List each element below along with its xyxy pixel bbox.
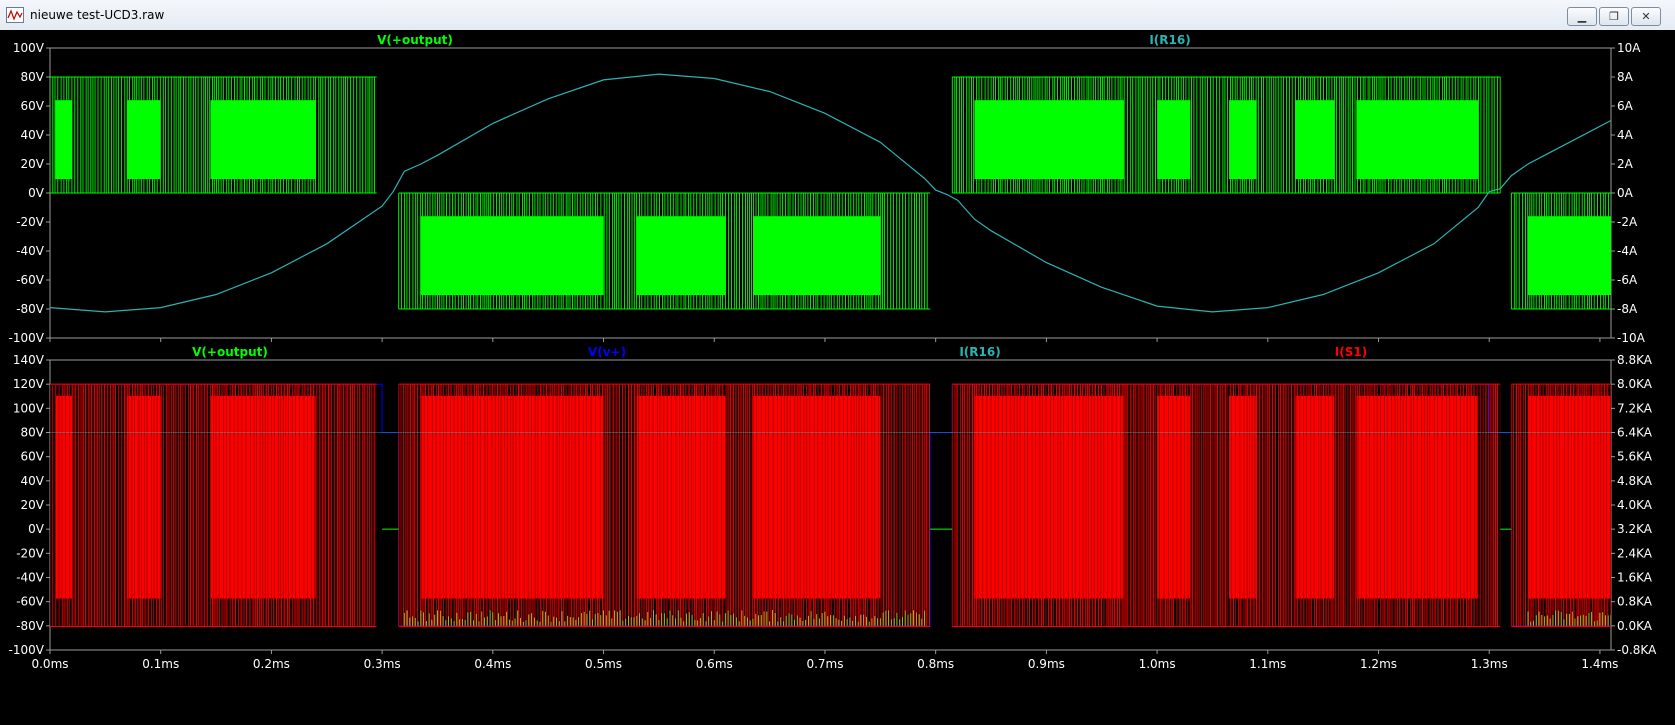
y-tick-label-right: 6A <box>1617 99 1634 113</box>
y-tick-label-right: 4.8KA <box>1617 474 1653 488</box>
x-tick-label: 1.0ms <box>1139 657 1176 671</box>
x-tick-label: 0.5ms <box>585 657 622 671</box>
y-tick-label-left: -80V <box>16 619 45 633</box>
y-tick-label-right: 2A <box>1617 157 1634 171</box>
y-tick-label-left: 100V <box>13 41 45 55</box>
y-tick-label-left: 40V <box>21 128 45 142</box>
y-tick-label-left: -100V <box>9 643 45 657</box>
y-tick-label-right: 8A <box>1617 70 1634 84</box>
y-tick-label-left: -20V <box>16 215 45 229</box>
y-tick-label-right: 4A <box>1617 128 1634 142</box>
upper-plot-pane[interactable]: 100V 80V 60V 40V 20V 0V -20V -40V -60V -80V -100V 1… <box>9 33 1646 345</box>
trace-v-output- <box>50 76 1611 310</box>
x-tick-label: 0.2ms <box>253 657 290 671</box>
y-tick-label-right: 8.8KA <box>1617 353 1653 367</box>
y-tick-label-right: 4.0KA <box>1617 498 1653 512</box>
pwm-pulses <box>50 384 375 627</box>
waveform-plot-svg[interactable]: 100V80V60V40V20V0V-20V-40V-60V-80V-100V1… <box>0 30 1675 725</box>
y-tick-label-right: 10A <box>1617 41 1641 55</box>
y-tick-label-left: 40V <box>21 474 45 488</box>
window-titlebar[interactable]: nieuwe test-UCD3.raw ▁ ❐ ✕ <box>0 0 1675 31</box>
y-tick-label-left: 80V <box>21 70 45 84</box>
trace-label: V(+output) <box>377 33 453 47</box>
y-tick-label-left: 20V <box>21 498 45 512</box>
y-tick-label-right: 2.4KA <box>1617 546 1653 560</box>
waveform-app-icon <box>6 7 24 23</box>
time-axis: 0.0ms 0.1ms 0.2ms 0.3ms 0.4ms 0.5ms 0.6ms 0.7ms… <box>31 657 1618 671</box>
x-tick-label: 1.2ms <box>1360 657 1397 671</box>
y-tick-label-left: 60V <box>21 99 45 113</box>
y-tick-label-right: -0.8KA <box>1617 643 1657 657</box>
y-tick-label-right: 3.2KA <box>1617 522 1653 536</box>
y-tick-label-left: -60V <box>16 595 45 609</box>
close-button[interactable]: ✕ <box>1631 7 1661 26</box>
traces <box>50 383 1611 627</box>
x-tick-label: 0.9ms <box>1028 657 1065 671</box>
y-tick-label-left: -40V <box>16 244 45 258</box>
y-tick-label-right: -4A <box>1617 244 1638 258</box>
x-tick-label: 0.6ms <box>696 657 733 671</box>
y-tick-label-left: -40V <box>16 571 45 585</box>
y-tick-label-left: 100V <box>13 401 45 415</box>
x-tick-label: 1.4ms <box>1581 657 1618 671</box>
y-tick-label-left: -100V <box>9 331 45 345</box>
y-tick-label-left: 60V <box>21 450 45 464</box>
x-tick-label: 0.1ms <box>142 657 179 671</box>
y-tick-label-left: 120V <box>13 377 45 391</box>
y-tick-label-left: 0V <box>28 522 45 536</box>
trace-i-s1- <box>50 383 1611 627</box>
trace-label: V(+output) <box>192 345 268 359</box>
y-tick-label-right: 7.2KA <box>1617 401 1653 415</box>
trace-label: I(R16) <box>1149 33 1190 47</box>
y-tick-label-right: -6A <box>1617 273 1638 287</box>
trace-label: V(v+) <box>588 345 626 359</box>
y-tick-label-right: -8A <box>1617 302 1638 316</box>
y-tick-label-right: 5.6KA <box>1617 450 1653 464</box>
y-tick-label-left: 140V <box>13 353 45 367</box>
y-tick-label-right: 0A <box>1617 186 1634 200</box>
x-tick-label: 0.8ms <box>917 657 954 671</box>
y-tick-label-right: 6.4KA <box>1617 426 1653 440</box>
trace-label: I(R16) <box>959 345 1000 359</box>
pwm-pulses <box>50 77 375 193</box>
y-tick-label-left: -80V <box>16 302 45 316</box>
pwm-pulses <box>398 193 928 309</box>
y-tick-label-right: 0.8KA <box>1617 595 1653 609</box>
x-tick-label: 0.4ms <box>474 657 511 671</box>
y-tick-label-right: 8.0KA <box>1617 377 1653 391</box>
y-tick-label-left: 0V <box>28 186 45 200</box>
minimize-button[interactable]: ▁ <box>1567 7 1597 26</box>
x-tick-label: 0.0ms <box>31 657 68 671</box>
y-tick-label-left: 80V <box>21 426 45 440</box>
maximize-button[interactable]: ❐ <box>1599 7 1629 26</box>
lower-plot-pane[interactable]: 140V 120V 100V 80V 60V 40V 20V 0V -20V -40V -60V -8… <box>9 345 1658 657</box>
x-tick-label: 1.1ms <box>1249 657 1286 671</box>
y-tick-label-left: 20V <box>21 157 45 171</box>
y-tick-label-right: 0.0KA <box>1617 619 1653 633</box>
y-tick-label-left: -60V <box>16 273 45 287</box>
waveform-viewer[interactable]: 100V 80V 60V 40V 20V 0V -20V -40V -60V -80V -100V 1… <box>0 30 1675 725</box>
trace-label: I(S1) <box>1335 345 1367 359</box>
pwm-dense-block <box>1229 100 1257 180</box>
x-tick-label: 0.7ms <box>806 657 843 671</box>
y-tick-label-right: -2A <box>1617 215 1638 229</box>
y-tick-label-right: -10A <box>1617 331 1646 345</box>
traces <box>50 73 1611 313</box>
y-tick-label-left: -20V <box>16 546 45 560</box>
x-tick-label: 0.3ms <box>364 657 401 671</box>
pwm-dense-block <box>753 216 881 296</box>
window-title: nieuwe test-UCD3.raw <box>30 8 165 22</box>
x-tick-label: 1.3ms <box>1471 657 1508 671</box>
y-tick-label-right: 1.6KA <box>1617 571 1653 585</box>
